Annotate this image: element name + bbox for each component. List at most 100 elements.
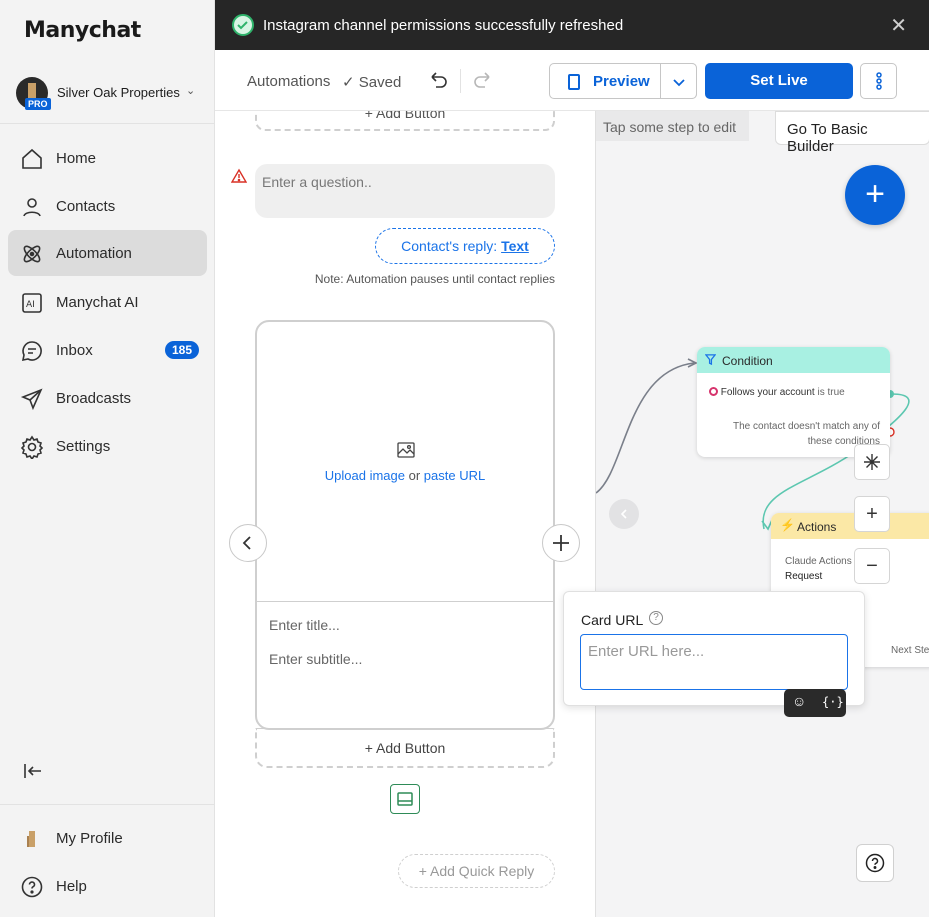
sidebar-item-label: Settings [56,438,111,455]
actions-next-step: Next Ste [891,645,929,656]
or-text: or [408,468,421,483]
sidebar-item-label: My Profile [56,830,123,847]
sidebar-item-help[interactable]: Help [8,863,207,909]
condition-rule: Follows your account is true [709,387,845,398]
sparkle-icon [864,454,880,470]
sidebar-item-automation[interactable]: Automation [8,230,207,276]
set-live-button[interactable]: Set Live [705,63,853,99]
gallery-card: Upload image or paste URL Enter title...… [255,320,555,730]
warning-icon [231,168,247,183]
person-icon [23,198,41,217]
save-status: ✓ Saved [342,73,401,91]
help-icon [21,876,43,898]
plus-icon [553,535,569,551]
inbox-count-badge: 185 [164,341,199,359]
chevron-down-icon [673,79,685,87]
sidebar-item-label: Home [56,150,97,167]
account-switcher[interactable]: PRO Silver Oak Properties ⌄ [0,62,214,124]
profile-icon [27,831,35,847]
account-name: Silver Oak Properties [57,85,180,100]
help-icon [865,853,885,873]
condition-node-header: Condition [697,347,890,373]
expand-panel-button[interactable] [609,499,639,529]
close-icon[interactable]: ✕ [890,13,907,38]
breadcrumb-automations[interactable]: Automations [247,73,330,90]
more-vertical-icon [876,72,882,90]
add-quick-reply-button[interactable]: + Add Quick Reply [398,854,555,888]
sidebar-divider [0,804,214,805]
actions-title: Actions [797,520,837,534]
canvas-help-button[interactable] [856,844,894,882]
sidebar-item-label: Automation [56,245,132,262]
card-layout-button[interactable] [390,784,420,814]
send-icon [20,388,43,411]
chevron-left-icon [242,536,251,550]
question-input[interactable]: Enter a question.. [255,164,555,218]
redo-icon[interactable] [472,69,494,91]
toast-message: Instagram channel permissions successful… [263,17,624,34]
zoom-out-button[interactable]: − [854,548,890,584]
add-button-top[interactable]: + Add Button [255,111,555,131]
undo-icon[interactable] [427,69,449,91]
add-card-button[interactable] [542,524,580,562]
actions-line-1: Claude Actions [785,556,852,567]
builder-toolbar: Automations ✓ Saved Preview Set Live [215,50,929,111]
add-step-fab[interactable]: + [845,165,905,225]
card-url-input[interactable] [580,634,848,690]
manychat-logo[interactable]: Manychat [24,18,141,43]
condition-rule-suffix: is true [817,387,845,398]
more-options-button[interactable] [860,63,897,99]
step-editor-panel: + Add Button Enter a question.. Contact'… [215,111,596,917]
upload-image-link[interactable]: Upload image [325,468,405,483]
atom-icon [23,245,41,263]
previous-card-button[interactable] [229,524,267,562]
condition-title: Condition [722,354,773,368]
condition-rule-text: Follows your account [720,387,815,398]
canvas-hint: Tap some step to edit [596,111,749,141]
sidebar-item-label: Help [56,878,87,895]
ai-icon: AI [22,293,42,313]
card-url-title: Card URL [581,612,644,628]
toolbar-divider [460,69,461,93]
chat-icon [21,341,42,362]
reply-type-link[interactable]: Text [501,238,529,254]
flow-canvas[interactable]: Tap some step to edit Go To Basic Builde… [596,111,929,917]
instagram-icon [709,387,718,396]
pause-note: Note: Automation pauses until contact re… [314,272,555,286]
sidebar-item-my-profile[interactable]: My Profile [8,815,207,861]
card-image-area[interactable]: Upload image or paste URL [257,322,553,602]
question-mark-icon[interactable]: ? [649,611,663,625]
auto-layout-button[interactable] [854,444,890,480]
input-tools: ☺ {·} [784,689,846,717]
go-to-basic-builder-button[interactable]: Go To Basic Builder [775,111,929,155]
save-status-label: Saved [358,74,402,91]
sidebar-item-contacts[interactable]: Contacts [8,183,207,229]
chevron-left-icon [620,509,627,519]
gear-icon [20,435,44,459]
preview-dropdown-button[interactable] [660,63,697,99]
collapse-sidebar-icon[interactable] [22,760,44,782]
zoom-in-button[interactable]: + [854,496,890,532]
card-title-input[interactable]: Enter title... [269,617,340,633]
image-icon [397,442,415,458]
condition-node[interactable]: Condition Follows your account is true T… [697,347,890,457]
card-add-button[interactable]: + Add Button [255,728,555,768]
sidebar-item-inbox[interactable]: Inbox 185 [8,327,207,373]
card-subtitle-input[interactable]: Enter subtitle... [269,651,362,667]
svg-text:AI: AI [26,300,35,310]
card-divider [257,601,553,602]
actions-line-2: Request [785,571,823,582]
paste-url-link[interactable]: paste URL [424,468,485,483]
sidebar-item-home[interactable]: Home [8,135,207,181]
sidebar-item-label: Manychat AI [56,294,139,311]
chevron-down-icon: ⌄ [186,85,196,97]
emoji-icon[interactable]: ☺ [792,693,806,709]
variable-icon[interactable]: {·} [822,695,844,709]
sidebar-item-manychat-ai[interactable]: AI Manychat AI [8,279,207,325]
contact-reply-type[interactable]: Contact's reply: Text [375,228,555,264]
actions-node-header: ⚡ Actions [771,513,929,539]
phone-icon [568,74,580,90]
sidebar-item-settings[interactable]: Settings [8,423,207,469]
sidebar-item-broadcasts[interactable]: Broadcasts [8,375,207,421]
sidebar-item-label: Inbox [56,342,93,359]
